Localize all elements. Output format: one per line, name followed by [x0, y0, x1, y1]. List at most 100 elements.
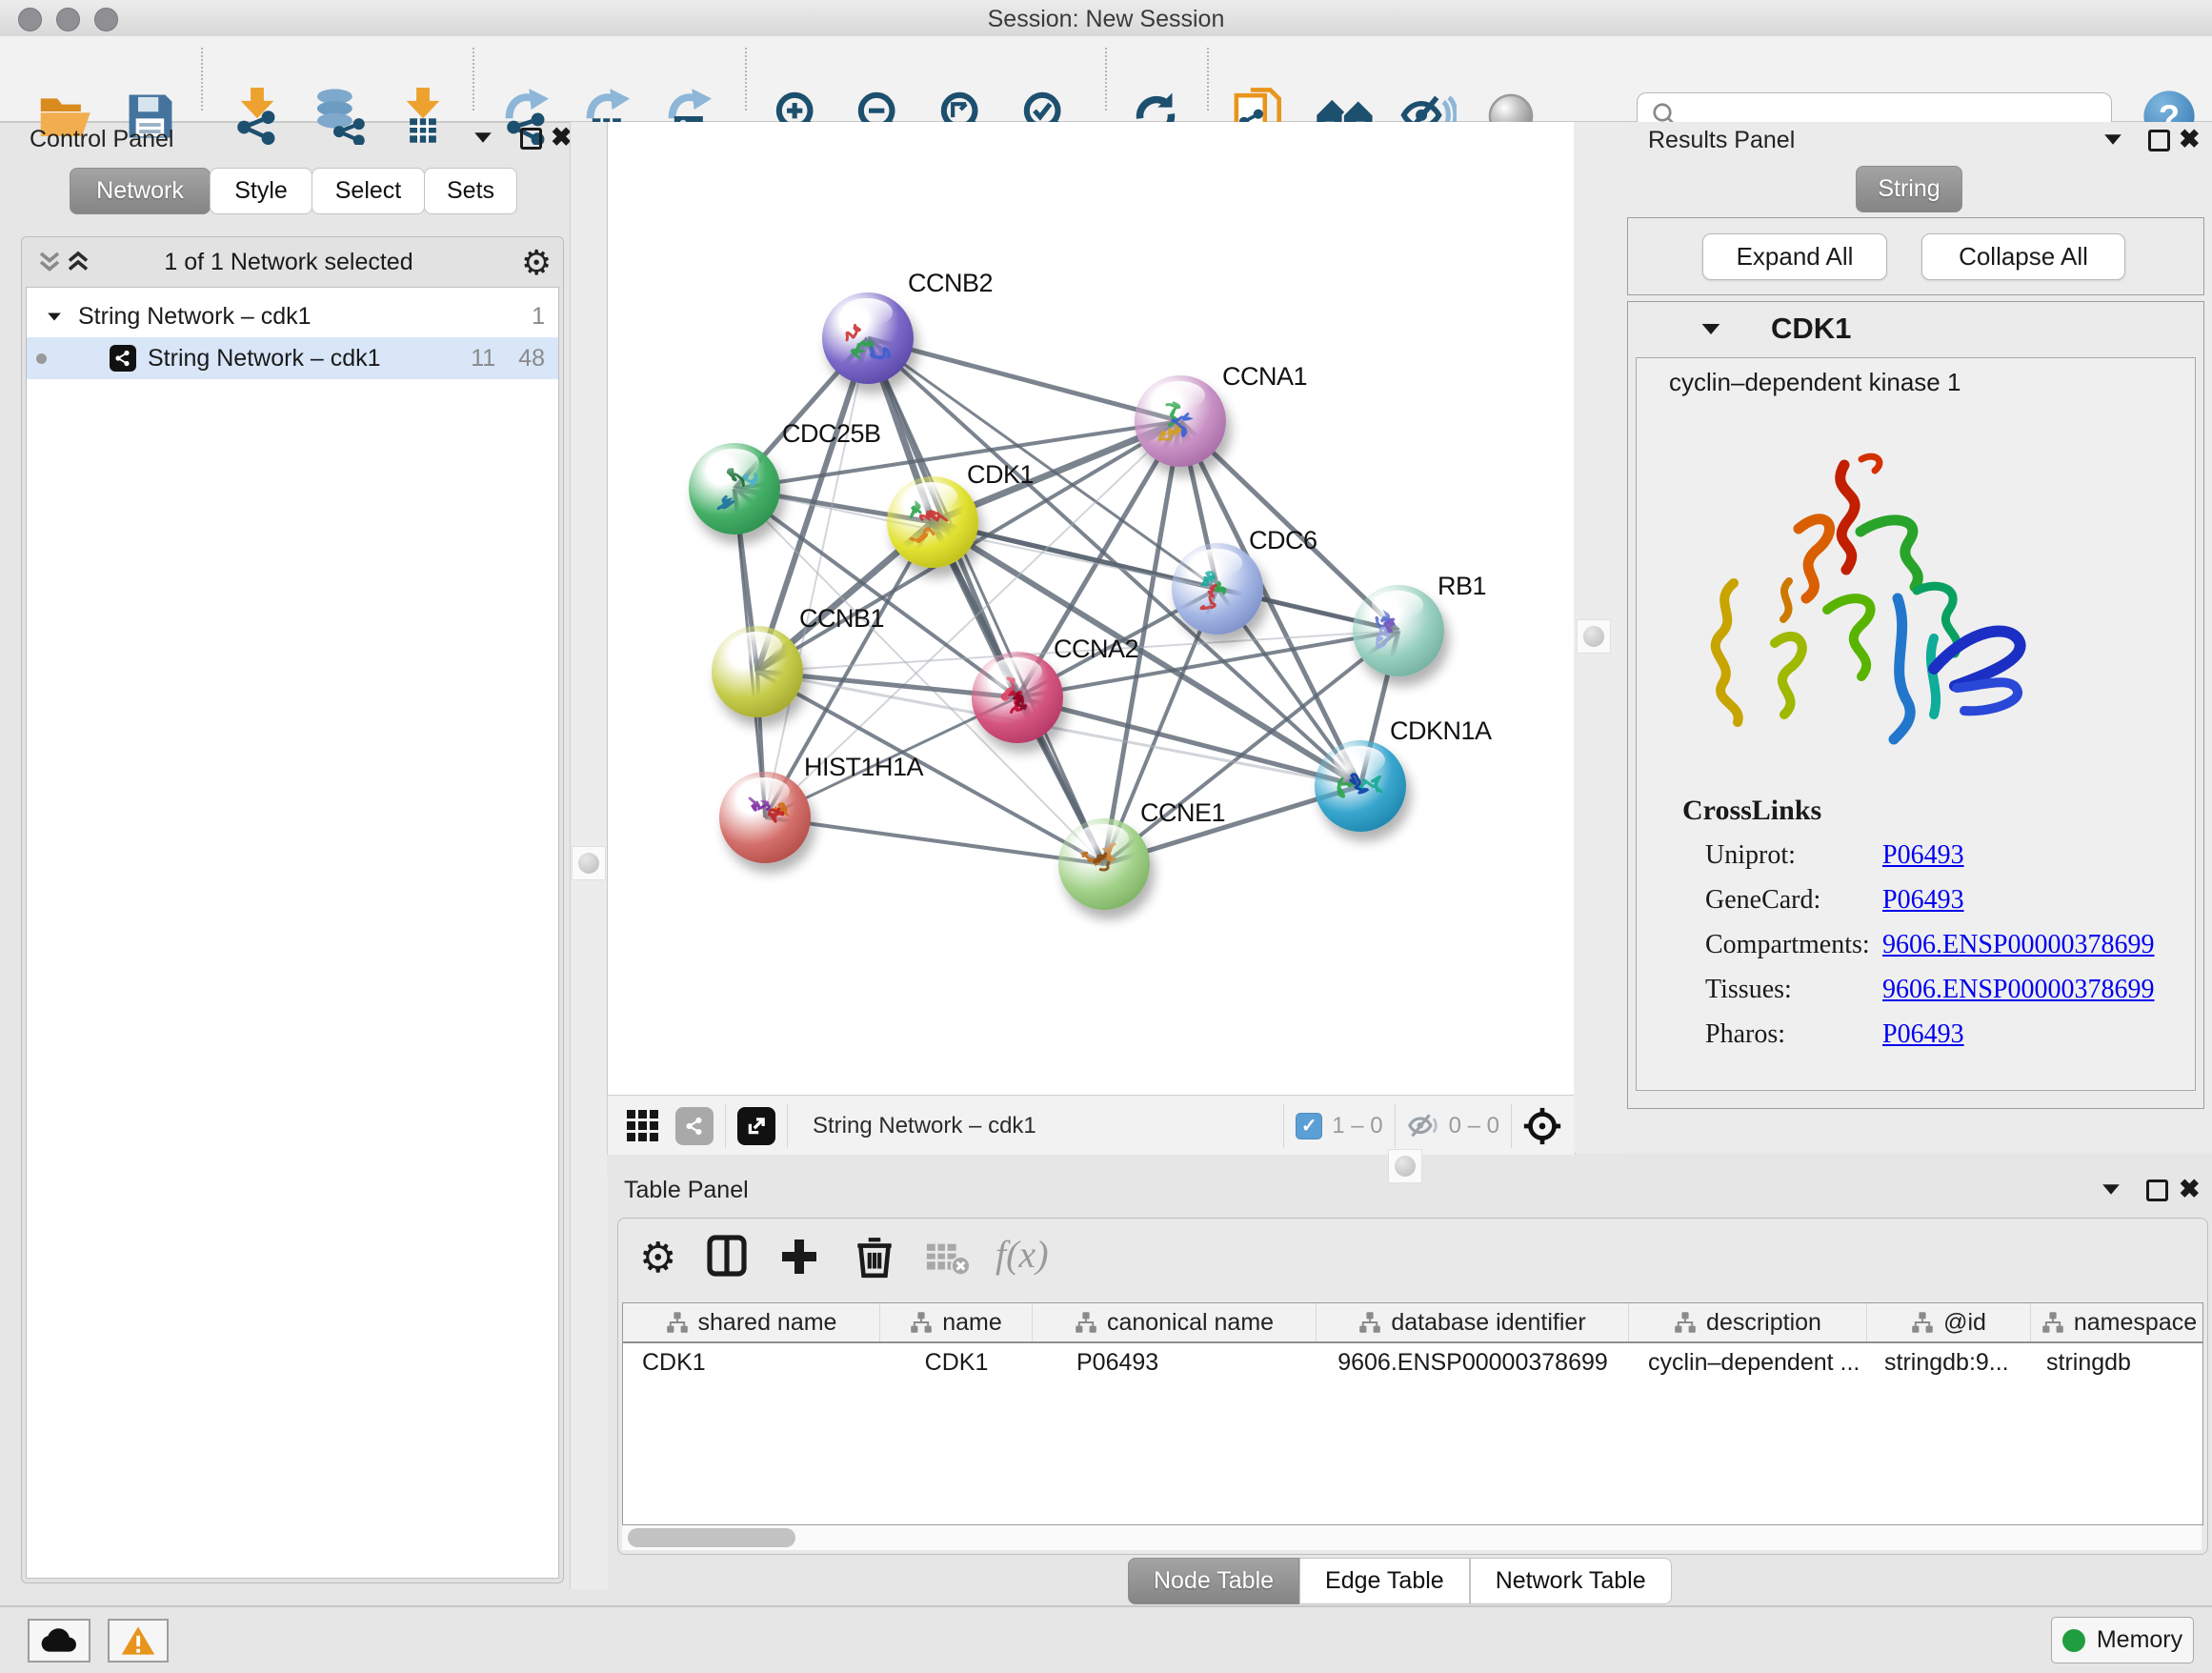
control-panel-float-icon[interactable] [520, 128, 542, 150]
crosslink-label: GeneCard: [1705, 885, 1820, 916]
network-collection-box: 1 of 1 Network selected ⚙ String Network… [21, 236, 564, 1583]
network-edge-count: 48 [518, 345, 545, 373]
column-header-namespace[interactable]: namespace [2031, 1303, 2203, 1341]
column-header-description[interactable]: description [1629, 1303, 1867, 1341]
delete-column-icon[interactable] [855, 1234, 895, 1280]
expand-all-button[interactable]: Expand All [1702, 233, 1887, 280]
fit-content-crosshair-icon[interactable] [1523, 1107, 1561, 1145]
table-cell[interactable]: cyclin–dependent ... [1629, 1343, 1867, 1381]
crosslink-compartments-link[interactable]: 9606.ENSP00000378699 [1882, 930, 2154, 960]
network-node-ccna1[interactable] [1135, 375, 1226, 467]
node-label-ccnb1: CCNB1 [799, 604, 884, 634]
crosslink-pharos-link[interactable]: P06493 [1882, 1019, 1964, 1050]
tab-sets[interactable]: Sets [424, 168, 517, 214]
collection-count: 1 [532, 303, 545, 331]
table-cell[interactable]: stringdb [2031, 1343, 2203, 1381]
network-node-cdc25b[interactable] [689, 443, 780, 534]
column-header-database-identifier[interactable]: database identifier [1317, 1303, 1629, 1341]
column-header--id[interactable]: @id [1867, 1303, 2031, 1341]
network-row-selected[interactable]: String Network – cdk1 11 48 [27, 337, 558, 379]
network-node-cdc6[interactable] [1172, 543, 1263, 635]
network-options-gear-icon[interactable]: ⚙ [521, 243, 552, 283]
navbar-separator [1283, 1104, 1284, 1148]
node-table-grid[interactable]: shared namenamecanonical namedatabase id… [622, 1302, 2203, 1525]
column-header-shared-name[interactable]: shared name [623, 1303, 880, 1341]
node-gloss-highlight [1154, 381, 1205, 410]
collapse-all-icon[interactable] [35, 248, 64, 276]
table-panel-menu-icon[interactable] [2102, 1184, 2120, 1194]
column-header-name[interactable]: name [880, 1303, 1033, 1341]
network-view-toolbar: String Network – cdk1 ✓ 1 – 0 0 – 0 [607, 1095, 1576, 1156]
node-label-ccnb2: CCNB2 [908, 269, 993, 298]
node-gloss-highlight [1191, 549, 1242, 577]
crosslink-uniprot-link[interactable]: P06493 [1882, 840, 1964, 871]
table-cell[interactable]: P06493 [1033, 1343, 1317, 1381]
tab-network-table[interactable]: Network Table [1470, 1558, 1672, 1604]
network-node-hist1h1a[interactable] [719, 772, 811, 863]
toolbar-separator [745, 48, 747, 111]
tab-network[interactable]: Network [70, 168, 211, 214]
title-bar: Session: New Session [0, 0, 2212, 37]
left-splitter-handle[interactable] [572, 846, 606, 880]
crosslink-tissues-link[interactable]: 9606.ENSP00000378699 [1882, 975, 2154, 1005]
table-options-gear-icon[interactable]: ⚙ [639, 1234, 676, 1282]
table-panel-float-icon[interactable] [2146, 1179, 2168, 1201]
results-panel-float-icon[interactable] [2148, 130, 2170, 151]
control-panel-menu-icon[interactable] [474, 132, 492, 142]
table-horizontal-scrollbar[interactable] [622, 1525, 2202, 1550]
tab-string[interactable]: String [1856, 166, 1962, 212]
column-header-label: description [1706, 1309, 1821, 1337]
scrollbar-thumb[interactable] [628, 1528, 795, 1547]
warning-icon [120, 1624, 156, 1657]
memory-label: Memory [2097, 1626, 2182, 1654]
crosslink-genecard-link[interactable]: P06493 [1882, 885, 1964, 916]
network-overview-share-icon[interactable] [675, 1107, 714, 1145]
tab-style[interactable]: Style [210, 168, 312, 214]
table-panel-close-icon[interactable]: ✖ [2179, 1177, 2201, 1202]
network-node-ccnb2[interactable] [822, 292, 914, 384]
warning-status-button[interactable] [108, 1619, 169, 1663]
table-cell[interactable]: CDK1 [880, 1343, 1033, 1381]
grid-view-icon[interactable] [627, 1110, 658, 1141]
protein-description: cyclin–dependent kinase 1 [1669, 368, 1961, 397]
node-gloss-highlight [906, 482, 957, 511]
network-node-cdk1[interactable] [887, 476, 978, 568]
expand-all-icon[interactable] [64, 248, 92, 276]
column-header-canonical-name[interactable]: canonical name [1033, 1303, 1317, 1341]
node-label-cdkn1a: CDKN1A [1390, 716, 1492, 746]
column-source-icon [666, 1311, 689, 1334]
cloud-status-button[interactable] [28, 1619, 90, 1663]
table-cell[interactable]: 9606.ENSP00000378699 [1317, 1343, 1629, 1381]
network-node-rb1[interactable] [1353, 585, 1444, 676]
selected-count-checkbox[interactable]: ✓ [1296, 1113, 1322, 1139]
results-panel-close-icon[interactable]: ✖ [2179, 127, 2201, 152]
memory-button[interactable]: Memory [2051, 1617, 2194, 1663]
cdk1-collapse-icon[interactable] [1702, 324, 1720, 334]
tab-edge-table[interactable]: Edge Table [1299, 1558, 1470, 1604]
network-collection-row[interactable]: String Network – cdk1 1 [27, 295, 558, 337]
tab-select[interactable]: Select [312, 168, 425, 214]
network-view-title: String Network – cdk1 [813, 1113, 1036, 1139]
crosslink-label: Compartments: [1705, 930, 1870, 960]
right-splitter-handle[interactable] [1577, 619, 1611, 654]
collapse-all-button[interactable]: Collapse All [1921, 233, 2125, 280]
network-canvas[interactable]: CCNB2CCNA1CDC25BCDK1CDC6RB1CCNB1CCNA2CDK… [607, 122, 1576, 1095]
network-node-ccne1[interactable] [1058, 818, 1150, 910]
navbar-separator [1511, 1104, 1512, 1148]
birds-eye-view-icon[interactable] [737, 1107, 775, 1145]
network-node-ccna2[interactable] [972, 652, 1063, 743]
network-node-cdkn1a[interactable] [1315, 740, 1406, 832]
main-toolbar: ? [0, 36, 2212, 123]
column-source-icon [1075, 1311, 1097, 1334]
table-cell[interactable]: stringdb:9... [1867, 1343, 2031, 1381]
table-cell[interactable]: CDK1 [623, 1343, 880, 1381]
results-panel-menu-icon[interactable] [2104, 134, 2122, 144]
show-columns-icon[interactable] [706, 1234, 748, 1278]
node-label-hist1h1a: HIST1H1A [804, 753, 923, 782]
collection-expand-icon[interactable] [48, 312, 61, 320]
tab-node-table[interactable]: Node Table [1128, 1558, 1299, 1604]
protein-detail-box: cyclin–dependent kinase 1 [1636, 357, 2196, 1091]
table-row[interactable]: CDK1CDK1P064939606.ENSP00000378699cyclin… [623, 1343, 2202, 1381]
add-column-icon[interactable] [778, 1236, 820, 1278]
network-node-ccnb1[interactable] [712, 626, 803, 717]
